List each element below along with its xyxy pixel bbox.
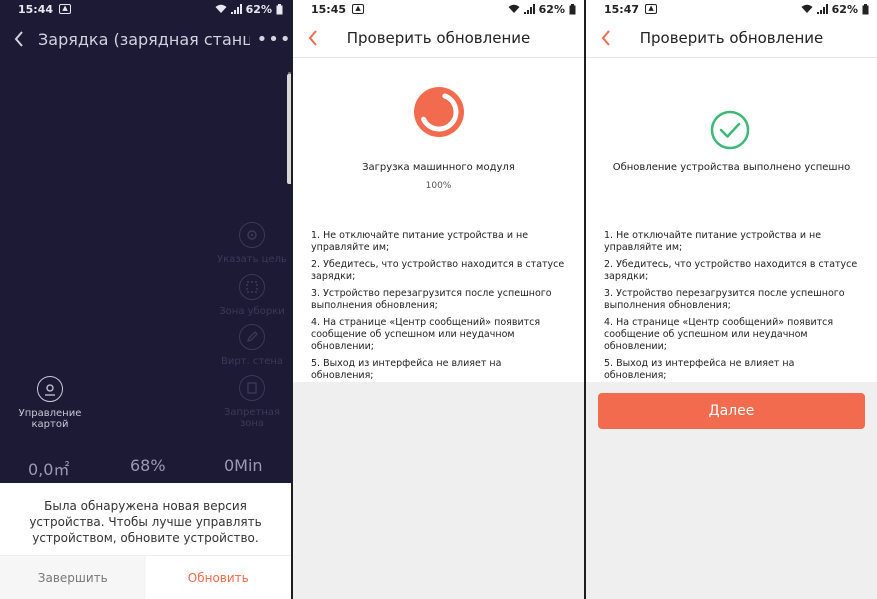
app-header: Проверить обновление <box>586 18 877 58</box>
map-management-label: Управление картой <box>18 408 82 430</box>
screen-device-map: 15:44 ▲ 62% Зарядка (зарядная станц... •… <box>0 0 291 599</box>
battery-percent: 62% <box>245 2 272 16</box>
signal-icon <box>523 4 535 14</box>
map-icon <box>37 376 63 402</box>
back-button[interactable] <box>0 22 38 56</box>
target-icon <box>239 222 265 248</box>
dialog-message: Была обнаружена новая версия устройства.… <box>29 499 262 545</box>
screen-update-success: 15:47 ▲ 62% Проверить обновление Обновле… <box>586 0 877 599</box>
chevron-left-icon <box>601 29 610 46</box>
chevron-left-icon <box>14 31 23 47</box>
progress-percent: 100% <box>425 181 452 191</box>
battery-icon <box>862 3 869 14</box>
status-bar: 15:45 ▲ 62% <box>293 0 584 18</box>
back-button[interactable] <box>586 29 626 46</box>
status-label: Обновление устройства выполнено успешно <box>612 162 851 173</box>
pencil-icon <box>239 324 265 350</box>
instruction-item: 2. Убедитесь, что устройство находится в… <box>604 259 858 282</box>
battery-icon <box>569 3 576 14</box>
update-button[interactable]: Обновить <box>146 556 292 599</box>
virtual-wall-control[interactable]: Вирт. стена <box>216 324 288 367</box>
wifi-icon <box>508 4 520 13</box>
progress-card: Загрузка машинного модуля 100% <box>293 58 584 212</box>
chevron-left-icon <box>308 29 317 46</box>
page-title: Проверить обновление <box>346 28 531 47</box>
status-time: 15:44 <box>18 2 54 16</box>
instruction-item: 5. Выход из интерфейса не влияет на обно… <box>604 358 795 381</box>
status-card: Обновление устройства выполнено успешно <box>586 58 877 212</box>
finish-button[interactable]: Завершить <box>0 556 146 599</box>
forbidden-zone-icon <box>239 375 265 401</box>
status-bar: 15:47 ▲ 62% <box>586 0 877 18</box>
instruction-item: 5. Выход из интерфейса не влияет на обно… <box>311 358 502 381</box>
battery-stat: 68% <box>130 456 166 475</box>
instruction-item: 4. На странице «Центр сообщений» появитс… <box>604 317 834 352</box>
set-target-label: Указать цель <box>217 254 287 265</box>
cleaning-zone-label: Зона уборки <box>219 306 285 317</box>
no-go-zone-label: Запретная зона <box>223 407 281 429</box>
signal-icon <box>816 4 828 14</box>
wifi-icon <box>215 4 227 13</box>
status-time: 15:47 <box>604 2 640 16</box>
app-header: Проверить обновление <box>293 18 584 58</box>
wifi-icon <box>801 4 813 13</box>
instruction-item: 2. Убедитесь, что устройство находится в… <box>311 259 565 282</box>
dialog-buttons: Завершить Обновить <box>0 555 291 599</box>
instructions-list: 1. Не отключайте питание устройства и не… <box>586 212 877 382</box>
page-title: Зарядка (зарядная станц... <box>38 29 250 49</box>
notification-icon: ▲ <box>645 4 658 14</box>
instruction-item: 1. Не отключайте питание устройства и не… <box>311 230 529 253</box>
back-button[interactable] <box>293 29 333 46</box>
progress-ring-icon <box>414 87 464 137</box>
no-go-zone-control[interactable]: Запретная зона <box>212 375 291 429</box>
notification-icon: ▲ <box>352 4 365 14</box>
status-time: 15:45 <box>311 2 347 16</box>
virtual-wall-label: Вирт. стена <box>220 356 284 367</box>
battery-percent: 62% <box>831 2 858 16</box>
instruction-item: 3. Устройство перезагрузится после успеш… <box>311 288 552 311</box>
instruction-item: 1. Не отключайте питание устройства и не… <box>604 230 822 253</box>
app-header: Зарядка (зарядная станц... ••• <box>0 22 291 56</box>
instructions-list: 1. Не отключайте питание устройства и не… <box>293 212 584 382</box>
notification-icon: ▲ <box>59 4 72 14</box>
map-management-control[interactable]: Управление картой <box>0 376 100 430</box>
status-label: Загрузка машинного модуля <box>362 162 515 173</box>
instruction-item: 3. Устройство перезагрузится после успеш… <box>604 288 845 311</box>
cleaning-zone-control[interactable]: Зона уборки <box>216 274 288 317</box>
side-handle <box>287 74 291 184</box>
battery-icon <box>276 3 283 14</box>
page-title: Проверить обновление <box>639 28 824 47</box>
cleaned-area-stat: 0,0㎡ <box>28 460 70 479</box>
signal-icon <box>230 4 242 14</box>
status-bar: 15:44 ▲ 62% <box>0 0 291 18</box>
check-circle-icon <box>710 110 750 150</box>
update-dialog: Была обнаружена новая версия устройства.… <box>0 483 291 599</box>
cleaning-time-stat: 0Min <box>224 456 263 475</box>
battery-percent: 62% <box>538 2 565 16</box>
set-target-control[interactable]: Указать цель <box>216 222 288 265</box>
zone-icon <box>239 274 265 300</box>
instruction-item: 4. На странице «Центр сообщений» появитс… <box>311 317 541 352</box>
next-button[interactable]: Далее <box>598 393 865 429</box>
screen-update-progress: 15:45 ▲ 62% Проверить обновление Загрузк… <box>293 0 584 599</box>
more-options-icon[interactable]: ••• <box>257 29 291 50</box>
